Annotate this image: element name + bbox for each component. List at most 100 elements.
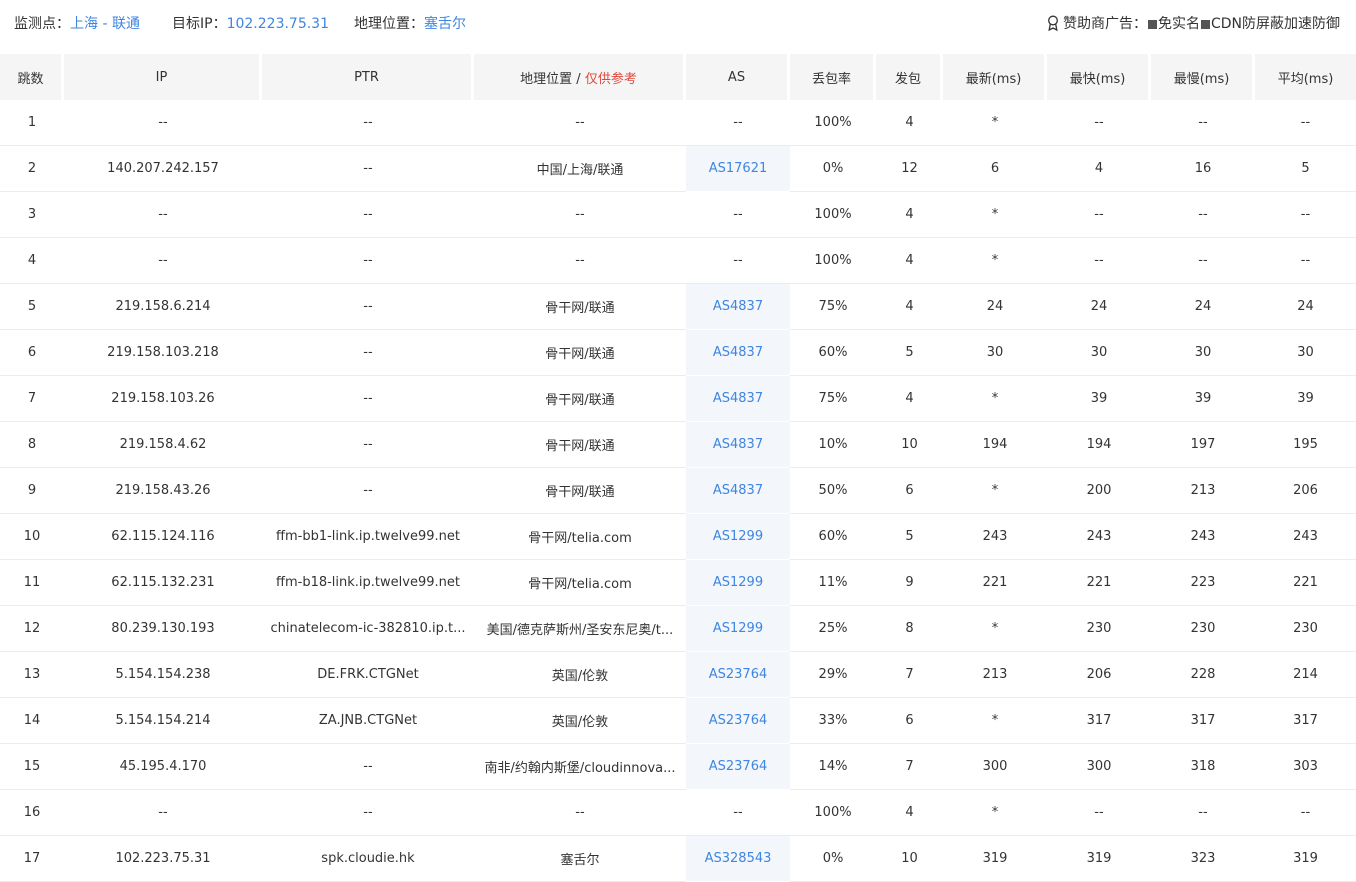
monitor-label: 监测点： bbox=[14, 16, 70, 32]
loss-cell: 100% bbox=[790, 238, 876, 284]
sent-cell: 4 bbox=[876, 192, 943, 238]
hop-cell: 7 bbox=[0, 376, 64, 422]
as-cell: AS23764 bbox=[686, 744, 790, 790]
as-link[interactable]: AS4837 bbox=[713, 299, 763, 314]
best-cell: -- bbox=[1047, 238, 1151, 284]
as-link[interactable]: AS23764 bbox=[709, 667, 768, 682]
avg-cell: -- bbox=[1255, 790, 1356, 836]
best-cell: 230 bbox=[1047, 606, 1151, 652]
square-icon bbox=[1147, 20, 1157, 29]
geo-value[interactable]: 塞舌尔 bbox=[424, 16, 466, 32]
ip-cell: -- bbox=[64, 238, 262, 284]
as-link[interactable]: AS1299 bbox=[713, 529, 763, 544]
ip-cell: -- bbox=[64, 100, 262, 146]
ptr-cell: ffm-b18-link.ip.twelve99.net bbox=[262, 560, 474, 606]
monitor-value[interactable]: 上海 - 联通 bbox=[70, 16, 140, 32]
geo-cell: 中国/上海/联通 bbox=[474, 146, 686, 192]
as-link[interactable]: AS23764 bbox=[709, 759, 768, 774]
table-row: 13 5.154.154.238 DE.FRK.CTGNet 英国/伦敦 AS23764… bbox=[0, 652, 1356, 698]
best-cell: 200 bbox=[1047, 468, 1151, 514]
sponsor-link-1[interactable]: 免实名 bbox=[1158, 16, 1200, 32]
as-cell: AS23764 bbox=[686, 652, 790, 698]
as-link[interactable]: AS4837 bbox=[713, 391, 763, 406]
as-link[interactable]: AS1299 bbox=[713, 621, 763, 636]
target-value[interactable]: 102.223.75.31 bbox=[227, 16, 329, 32]
as-link[interactable]: AS4837 bbox=[713, 483, 763, 498]
last-cell: 24 bbox=[943, 284, 1047, 330]
target-ip: 目标IP：102.223.75.31 bbox=[172, 13, 329, 33]
avg-cell: -- bbox=[1255, 192, 1356, 238]
loss-cell: 100% bbox=[790, 100, 876, 146]
table-row: 6 219.158.103.218 -- 骨干网/联通 AS4837 60% 5 30 30 30… bbox=[0, 330, 1356, 376]
loss-cell: 0% bbox=[790, 146, 876, 192]
best-cell: 39 bbox=[1047, 376, 1151, 422]
geo-cell: -- bbox=[474, 100, 686, 146]
hop-cell: 4 bbox=[0, 238, 64, 284]
worst-cell: 24 bbox=[1151, 284, 1255, 330]
hop-cell: 10 bbox=[0, 514, 64, 560]
loss-cell: 75% bbox=[790, 284, 876, 330]
hop-cell: 1 bbox=[0, 100, 64, 146]
ip-cell: 5.154.154.238 bbox=[64, 652, 262, 698]
col-geo-reference: 仅供参考 bbox=[584, 71, 637, 87]
sponsor-link-2[interactable]: CDN防屏蔽加速防御 bbox=[1211, 16, 1340, 32]
last-cell: * bbox=[943, 606, 1047, 652]
ip-cell: 219.158.103.218 bbox=[64, 330, 262, 376]
ptr-cell: -- bbox=[262, 238, 474, 284]
loss-cell: 11% bbox=[790, 560, 876, 606]
geo-cell: 骨干网/联通 bbox=[474, 468, 686, 514]
ip-cell: 140.207.242.157 bbox=[64, 146, 262, 192]
geo-label: 地理位置： bbox=[354, 16, 424, 32]
sent-cell: 5 bbox=[876, 330, 943, 376]
avg-cell: 214 bbox=[1255, 652, 1356, 698]
loss-cell: 100% bbox=[790, 790, 876, 836]
avg-cell: 24 bbox=[1255, 284, 1356, 330]
worst-cell: 323 bbox=[1151, 836, 1255, 882]
as-link[interactable]: AS17621 bbox=[709, 161, 768, 176]
table-row: 12 80.239.130.193 chinatelecom-ic-382810.i… bbox=[0, 606, 1356, 652]
target-label: 目标IP： bbox=[172, 16, 227, 32]
col-ip: IP bbox=[64, 54, 262, 100]
col-best: 最快(ms) bbox=[1047, 54, 1151, 100]
sponsor-ad: 赞助商广告： 免实名 CDN防屏蔽加速防御 bbox=[1047, 13, 1340, 33]
ptr-cell: -- bbox=[262, 790, 474, 836]
as-cell: AS1299 bbox=[686, 606, 790, 652]
loss-cell: 50% bbox=[790, 468, 876, 514]
ptr-cell: -- bbox=[262, 284, 474, 330]
as-cell: AS1299 bbox=[686, 560, 790, 606]
hop-cell: 14 bbox=[0, 698, 64, 744]
table-row: 11 62.115.132.231 ffm-b18-link.ip.twelve99… bbox=[0, 560, 1356, 606]
best-cell: 221 bbox=[1047, 560, 1151, 606]
last-cell: 221 bbox=[943, 560, 1047, 606]
as-link[interactable]: AS328543 bbox=[705, 851, 772, 866]
table-row: 8 219.158.4.62 -- 骨干网/联通 AS4837 10% 10 194 194 19… bbox=[0, 422, 1356, 468]
worst-cell: 317 bbox=[1151, 698, 1255, 744]
hop-cell: 17 bbox=[0, 836, 64, 882]
avg-cell: -- bbox=[1255, 238, 1356, 284]
last-cell: 6 bbox=[943, 146, 1047, 192]
avg-cell: 30 bbox=[1255, 330, 1356, 376]
last-cell: * bbox=[943, 468, 1047, 514]
avg-cell: 5 bbox=[1255, 146, 1356, 192]
ptr-cell: -- bbox=[262, 100, 474, 146]
worst-cell: 213 bbox=[1151, 468, 1255, 514]
loss-cell: 29% bbox=[790, 652, 876, 698]
as-link[interactable]: AS4837 bbox=[713, 437, 763, 452]
hop-cell: 11 bbox=[0, 560, 64, 606]
ptr-cell: -- bbox=[262, 422, 474, 468]
last-cell: 243 bbox=[943, 514, 1047, 560]
as-link[interactable]: AS1299 bbox=[713, 575, 763, 590]
as-link[interactable]: AS4837 bbox=[713, 345, 763, 360]
hop-cell: 2 bbox=[0, 146, 64, 192]
worst-cell: 243 bbox=[1151, 514, 1255, 560]
sent-cell: 7 bbox=[876, 652, 943, 698]
ip-cell: 219.158.4.62 bbox=[64, 422, 262, 468]
avg-cell: 319 bbox=[1255, 836, 1356, 882]
ptr-cell: -- bbox=[262, 376, 474, 422]
hop-cell: 3 bbox=[0, 192, 64, 238]
medal-icon bbox=[1047, 15, 1059, 32]
best-cell: 206 bbox=[1047, 652, 1151, 698]
as-link[interactable]: AS23764 bbox=[709, 713, 768, 728]
avg-cell: 206 bbox=[1255, 468, 1356, 514]
worst-cell: 230 bbox=[1151, 606, 1255, 652]
